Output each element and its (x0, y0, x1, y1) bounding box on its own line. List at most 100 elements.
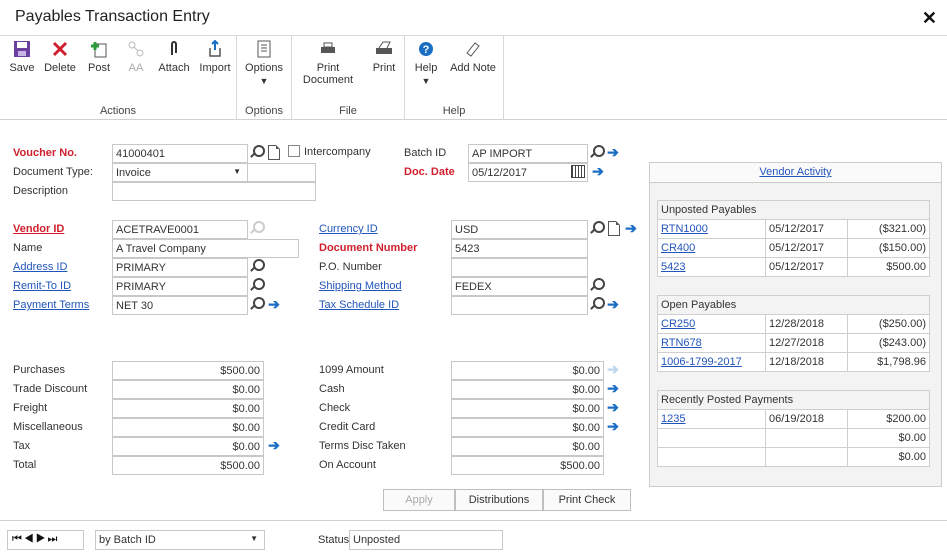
ribbon-toolbar: Save Delete Post AA Attach Import Action… (0, 36, 947, 120)
tax-label: Tax (13, 440, 31, 452)
vendor-name-input[interactable]: A Travel Company (112, 239, 299, 258)
tax-schedule-lookup-icon[interactable] (589, 296, 605, 313)
cash-arrow-icon[interactable]: ➔ (605, 381, 621, 397)
vendor-lookup-icon[interactable] (249, 220, 265, 237)
check-label: Check (319, 402, 351, 414)
check-arrow-icon[interactable]: ➔ (605, 400, 621, 416)
voucher-new-icon[interactable] (267, 144, 283, 161)
payment-terms-input[interactable]: NET 30 (112, 296, 248, 315)
ribbon-group-help: ? Help ▼ Add Note Help (405, 36, 504, 120)
shipping-method-link[interactable]: Shipping Method (319, 280, 402, 292)
doc-date-arrow-icon[interactable]: ➔ (590, 164, 606, 180)
action-button-bar: Apply Distributions Print Check (0, 489, 947, 511)
tax-schedule-id-input[interactable] (451, 296, 588, 315)
post-button[interactable]: Post (86, 40, 112, 74)
doc-link[interactable]: CR400 (657, 238, 766, 258)
voucher-label: Voucher No. (13, 147, 77, 159)
amount-1099-arrow-icon[interactable]: ➔ (605, 362, 621, 378)
doc-link[interactable]: RTN1000 (657, 219, 766, 239)
batch-arrow-icon[interactable]: ➔ (605, 145, 621, 161)
currency-new-icon[interactable] (607, 220, 623, 237)
terms-lookup-icon[interactable] (249, 296, 265, 313)
credit-card-input[interactable]: $0.00 (451, 418, 604, 437)
status-value: Unposted (349, 530, 503, 550)
doc-link[interactable]: 1006-1799-2017 (657, 352, 766, 372)
import-button[interactable]: Import (197, 39, 233, 74)
doc-link[interactable]: CR250 (657, 314, 766, 334)
trade-discount-input[interactable]: $0.00 (112, 380, 264, 399)
po-number-input[interactable] (451, 258, 588, 277)
document-number-input[interactable]: 5423 (451, 239, 588, 258)
description-input[interactable] (112, 182, 316, 201)
apply-button[interactable]: Apply (383, 489, 455, 511)
title-bar: Payables Transaction Entry ✕ (0, 0, 947, 36)
add-note-button[interactable]: Add Note (447, 40, 499, 74)
address-lookup-icon[interactable] (249, 258, 265, 275)
distributions-button[interactable]: Distributions (455, 489, 543, 511)
tax-schedule-arrow-icon[interactable]: ➔ (605, 297, 621, 313)
voucher-input[interactable]: 41000401 (112, 144, 248, 163)
record-navigation[interactable]: ⏮◀▶⏭ (7, 530, 84, 550)
freight-input[interactable]: $0.00 (112, 399, 264, 418)
name-label: Name (13, 242, 43, 254)
remit-to-id-input[interactable]: PRIMARY (112, 277, 248, 296)
aa-button[interactable]: AA (124, 40, 148, 74)
vendor-activity-link[interactable]: Vendor Activity (759, 166, 831, 178)
close-icon[interactable]: ✕ (922, 8, 937, 29)
shipping-lookup-icon[interactable] (589, 277, 605, 294)
unposted-payables-table: Unposted Payables RTN1000 05/12/2017 ($3… (657, 200, 930, 277)
terms-disc-taken-input[interactable]: $0.00 (451, 437, 604, 456)
options-button[interactable]: Options ▼ (243, 40, 285, 86)
print-document-button[interactable]: Print Document (302, 40, 354, 86)
miscellaneous-input[interactable]: $0.00 (112, 418, 264, 437)
batch-id-input[interactable]: AP IMPORT (468, 144, 588, 163)
address-id-link[interactable]: Address ID (13, 261, 67, 273)
cash-input[interactable]: $0.00 (451, 380, 604, 399)
vendor-id-link[interactable]: Vendor ID (13, 223, 64, 235)
doc-link[interactable]: RTN678 (657, 333, 766, 353)
currency-id-link[interactable]: Currency ID (319, 223, 378, 235)
attach-button[interactable]: Attach (157, 40, 191, 74)
address-id-input[interactable]: PRIMARY (112, 258, 248, 277)
vendor-id-input[interactable]: ACETRAVE0001 (112, 220, 248, 239)
currency-lookup-icon[interactable] (589, 220, 605, 237)
shipping-method-input[interactable]: FEDEX (451, 277, 588, 296)
doc-link[interactable]: 1235 (657, 409, 766, 429)
payment-terms-link[interactable]: Payment Terms (13, 299, 89, 311)
tax-input[interactable]: $0.00 (112, 437, 264, 456)
intercompany-checkbox[interactable] (288, 145, 300, 157)
doc-link[interactable]: 5423 (657, 257, 766, 277)
delete-button[interactable]: Delete (42, 40, 78, 74)
aa-icon (127, 40, 145, 58)
ribbon-group-label-file: File (339, 105, 357, 117)
purchases-input[interactable]: $500.00 (112, 361, 264, 380)
document-type-label: Document Type: (13, 166, 93, 178)
print-button[interactable]: Print (368, 40, 400, 74)
calendar-icon[interactable] (571, 165, 587, 182)
intercompany-label: Intercompany (304, 146, 371, 158)
remit-lookup-icon[interactable] (249, 277, 265, 294)
check-input[interactable]: $0.00 (451, 399, 604, 418)
terms-disc-taken-label: Terms Disc Taken (319, 440, 406, 452)
tax-arrow-icon[interactable]: ➔ (266, 438, 282, 454)
help-button[interactable]: ? Help ▼ (411, 40, 441, 86)
chevron-down-icon: ▼ (421, 76, 431, 86)
voucher-lookup-icon[interactable] (249, 144, 265, 161)
doc-date-input[interactable]: 05/12/2017 (468, 163, 588, 182)
table-row: RTN678 12/27/2018 ($243.00) (657, 333, 930, 353)
table-row: 1006-1799-2017 12/18/2018 $1,798.96 (657, 352, 930, 372)
remit-to-id-link[interactable]: Remit-To ID (13, 280, 71, 292)
currency-id-input[interactable]: USD (451, 220, 588, 239)
save-button[interactable]: Save (8, 40, 36, 74)
tax-schedule-id-link[interactable]: Tax Schedule ID (319, 299, 399, 311)
document-type-select[interactable]: Invoice (112, 163, 248, 182)
credit-card-arrow-icon[interactable]: ➔ (605, 419, 621, 435)
print-check-button[interactable]: Print Check (543, 489, 631, 511)
batch-lookup-icon[interactable] (589, 144, 605, 161)
post-icon (90, 40, 108, 58)
amount-1099-input[interactable]: $0.00 (451, 361, 604, 380)
currency-arrow-icon[interactable]: ➔ (623, 221, 639, 237)
sort-order-select[interactable]: by Batch ID (95, 530, 265, 550)
open-payables-table: Open Payables CR250 12/28/2018 ($250.00)… (657, 295, 930, 372)
terms-arrow-icon[interactable]: ➔ (266, 297, 282, 313)
